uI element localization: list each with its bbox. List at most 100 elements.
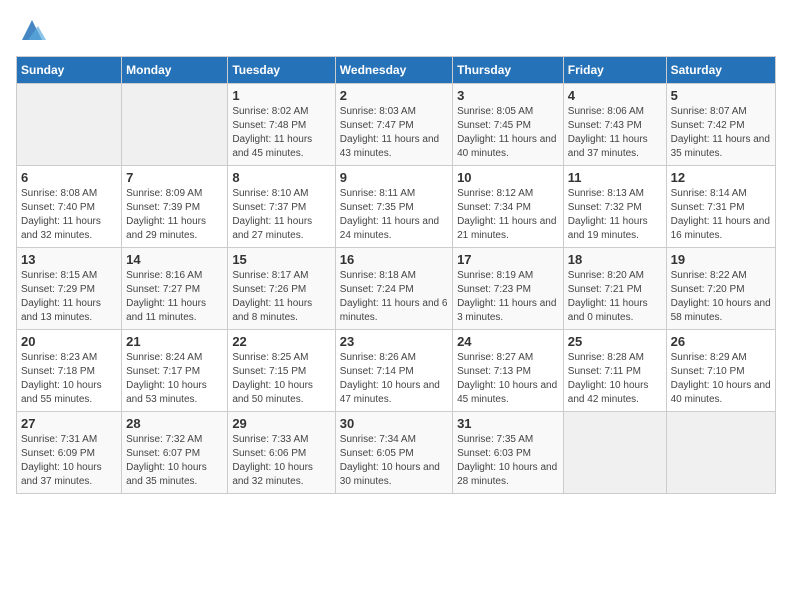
- day-info: Sunrise: 8:09 AM Sunset: 7:39 PM Dayligh…: [126, 187, 223, 243]
- calendar-cell: 18Sunrise: 8:20 AM Sunset: 7:21 PM Dayli…: [563, 248, 666, 330]
- day-number: 29: [232, 416, 330, 431]
- day-info: Sunrise: 8:23 AM Sunset: 7:18 PM Dayligh…: [21, 351, 117, 407]
- day-info: Sunrise: 8:28 AM Sunset: 7:11 PM Dayligh…: [568, 351, 662, 407]
- calendar-cell: 30 Sunrise: 7:34 AM Sunset: 6:05 PM Dayli…: [335, 412, 452, 494]
- day-number: 8: [232, 170, 330, 185]
- day-info: Sunrise: 8:26 AM Sunset: 7:14 PM Dayligh…: [340, 351, 448, 407]
- logo: [16, 16, 46, 44]
- calendar-week-row: 27 Sunrise: 7:31 AM Sunset: 6:09 PM Dayli…: [17, 412, 776, 494]
- calendar-cell: 3 Sunrise: 8:05 AM Sunset: 7:45 PM Daylig…: [453, 84, 564, 166]
- day-info: Sunrise: 8:16 AM Sunset: 7:27 PM Dayligh…: [126, 269, 223, 325]
- calendar-week-row: 1 Sunrise: 8:02 AM Sunset: 7:48 PM Daylig…: [17, 84, 776, 166]
- day-number: 22: [232, 334, 330, 349]
- column-header-tuesday: Tuesday: [228, 57, 335, 84]
- calendar-cell: [563, 412, 666, 494]
- calendar-cell: 22 Sunrise: 8:25 AM Sunset: 7:15 PM Dayli…: [228, 330, 335, 412]
- calendar-cell: 17Sunrise: 8:19 AM Sunset: 7:23 PM Dayli…: [453, 248, 564, 330]
- day-info: Sunrise: 8:07 AM Sunset: 7:42 PM Dayligh…: [671, 105, 771, 161]
- calendar-cell: 6Sunrise: 8:08 AM Sunset: 7:40 PM Daylig…: [17, 166, 122, 248]
- calendar-cell: 7 Sunrise: 8:09 AM Sunset: 7:39 PM Daylig…: [122, 166, 228, 248]
- calendar-cell: 13 Sunrise: 8:15 AM Sunset: 7:29 PM Dayli…: [17, 248, 122, 330]
- day-info: Sunrise: 8:24 AM Sunset: 7:17 PM Dayligh…: [126, 351, 223, 407]
- day-number: 5: [671, 88, 771, 103]
- day-number: 15: [232, 252, 330, 267]
- calendar-cell: 15 Sunrise: 8:17 AM Sunset: 7:26 PM Dayli…: [228, 248, 335, 330]
- day-info: Sunrise: 8:15 AM Sunset: 7:29 PM Dayligh…: [21, 269, 117, 325]
- calendar-cell: 9 Sunrise: 8:11 AM Sunset: 7:35 PM Daylig…: [335, 166, 452, 248]
- day-info: Sunrise: 8:03 AM Sunset: 7:47 PM Dayligh…: [340, 105, 448, 161]
- calendar-cell: 4Sunrise: 8:06 AM Sunset: 7:43 PM Daylig…: [563, 84, 666, 166]
- day-info: Sunrise: 8:10 AM Sunset: 7:37 PM Dayligh…: [232, 187, 330, 243]
- calendar-cell: 5 Sunrise: 8:07 AM Sunset: 7:42 PM Daylig…: [666, 84, 775, 166]
- day-number: 3: [457, 88, 559, 103]
- day-number: 12: [671, 170, 771, 185]
- day-number: 13: [21, 252, 117, 267]
- calendar-cell: 2 Sunrise: 8:03 AM Sunset: 7:47 PM Daylig…: [335, 84, 452, 166]
- day-info: Sunrise: 8:05 AM Sunset: 7:45 PM Dayligh…: [457, 105, 559, 161]
- day-number: 9: [340, 170, 448, 185]
- day-info: Sunrise: 8:22 AM Sunset: 7:20 PM Dayligh…: [671, 269, 771, 325]
- calendar-cell: 14 Sunrise: 8:16 AM Sunset: 7:27 PM Dayli…: [122, 248, 228, 330]
- calendar-cell: [17, 84, 122, 166]
- day-number: 18: [568, 252, 662, 267]
- day-number: 1: [232, 88, 330, 103]
- day-info: Sunrise: 8:25 AM Sunset: 7:15 PM Dayligh…: [232, 351, 330, 407]
- calendar-cell: 1 Sunrise: 8:02 AM Sunset: 7:48 PM Daylig…: [228, 84, 335, 166]
- calendar-cell: 10 Sunrise: 8:12 AM Sunset: 7:34 PM Dayli…: [453, 166, 564, 248]
- calendar-cell: 11Sunrise: 8:13 AM Sunset: 7:32 PM Dayli…: [563, 166, 666, 248]
- day-info: Sunrise: 8:12 AM Sunset: 7:34 PM Dayligh…: [457, 187, 559, 243]
- calendar-cell: 29 Sunrise: 7:33 AM Sunset: 6:06 PM Dayli…: [228, 412, 335, 494]
- day-number: 28: [126, 416, 223, 431]
- day-info: Sunrise: 7:32 AM Sunset: 6:07 PM Dayligh…: [126, 433, 223, 489]
- day-number: 26: [671, 334, 771, 349]
- day-number: 17: [457, 252, 559, 267]
- calendar-cell: 26 Sunrise: 8:29 AM Sunset: 7:10 PM Dayli…: [666, 330, 775, 412]
- day-number: 27: [21, 416, 117, 431]
- calendar-cell: 24 Sunrise: 8:27 AM Sunset: 7:13 PM Dayli…: [453, 330, 564, 412]
- day-number: 30: [340, 416, 448, 431]
- day-info: Sunrise: 8:11 AM Sunset: 7:35 PM Dayligh…: [340, 187, 448, 243]
- calendar-cell: 8 Sunrise: 8:10 AM Sunset: 7:37 PM Daylig…: [228, 166, 335, 248]
- calendar-week-row: 13 Sunrise: 8:15 AM Sunset: 7:29 PM Dayli…: [17, 248, 776, 330]
- column-header-thursday: Thursday: [453, 57, 564, 84]
- calendar-cell: 25Sunrise: 8:28 AM Sunset: 7:11 PM Dayli…: [563, 330, 666, 412]
- day-info: Sunrise: 7:34 AM Sunset: 6:05 PM Dayligh…: [340, 433, 448, 489]
- day-info: Sunrise: 7:31 AM Sunset: 6:09 PM Dayligh…: [21, 433, 117, 489]
- day-info: Sunrise: 7:35 AM Sunset: 6:03 PM Dayligh…: [457, 433, 559, 489]
- column-header-wednesday: Wednesday: [335, 57, 452, 84]
- calendar-cell: 12 Sunrise: 8:14 AM Sunset: 7:31 PM Dayli…: [666, 166, 775, 248]
- day-number: 7: [126, 170, 223, 185]
- calendar-week-row: 20Sunrise: 8:23 AM Sunset: 7:18 PM Dayli…: [17, 330, 776, 412]
- calendar-cell: 21 Sunrise: 8:24 AM Sunset: 7:17 PM Dayli…: [122, 330, 228, 412]
- calendar-week-row: 6Sunrise: 8:08 AM Sunset: 7:40 PM Daylig…: [17, 166, 776, 248]
- page-header: [16, 16, 776, 44]
- day-info: Sunrise: 8:27 AM Sunset: 7:13 PM Dayligh…: [457, 351, 559, 407]
- day-number: 14: [126, 252, 223, 267]
- day-number: 24: [457, 334, 559, 349]
- day-number: 23: [340, 334, 448, 349]
- day-number: 2: [340, 88, 448, 103]
- column-header-sunday: Sunday: [17, 57, 122, 84]
- calendar-cell: 23 Sunrise: 8:26 AM Sunset: 7:14 PM Dayli…: [335, 330, 452, 412]
- day-info: Sunrise: 8:29 AM Sunset: 7:10 PM Dayligh…: [671, 351, 771, 407]
- day-number: 10: [457, 170, 559, 185]
- day-number: 11: [568, 170, 662, 185]
- logo-icon: [18, 16, 46, 44]
- day-info: Sunrise: 8:17 AM Sunset: 7:26 PM Dayligh…: [232, 269, 330, 325]
- day-info: Sunrise: 8:06 AM Sunset: 7:43 PM Dayligh…: [568, 105, 662, 161]
- calendar-table: SundayMondayTuesdayWednesdayThursdayFrid…: [16, 56, 776, 494]
- calendar-cell: 28 Sunrise: 7:32 AM Sunset: 6:07 PM Dayli…: [122, 412, 228, 494]
- calendar-cell: 27 Sunrise: 7:31 AM Sunset: 6:09 PM Dayli…: [17, 412, 122, 494]
- calendar-header-row: SundayMondayTuesdayWednesdayThursdayFrid…: [17, 57, 776, 84]
- day-info: Sunrise: 8:18 AM Sunset: 7:24 PM Dayligh…: [340, 269, 448, 325]
- day-number: 31: [457, 416, 559, 431]
- day-number: 21: [126, 334, 223, 349]
- day-info: Sunrise: 8:02 AM Sunset: 7:48 PM Dayligh…: [232, 105, 330, 161]
- calendar-cell: [666, 412, 775, 494]
- column-header-friday: Friday: [563, 57, 666, 84]
- calendar-cell: 19Sunrise: 8:22 AM Sunset: 7:20 PM Dayli…: [666, 248, 775, 330]
- day-info: Sunrise: 7:33 AM Sunset: 6:06 PM Dayligh…: [232, 433, 330, 489]
- calendar-cell: 16Sunrise: 8:18 AM Sunset: 7:24 PM Dayli…: [335, 248, 452, 330]
- day-info: Sunrise: 8:08 AM Sunset: 7:40 PM Dayligh…: [21, 187, 117, 243]
- day-info: Sunrise: 8:14 AM Sunset: 7:31 PM Dayligh…: [671, 187, 771, 243]
